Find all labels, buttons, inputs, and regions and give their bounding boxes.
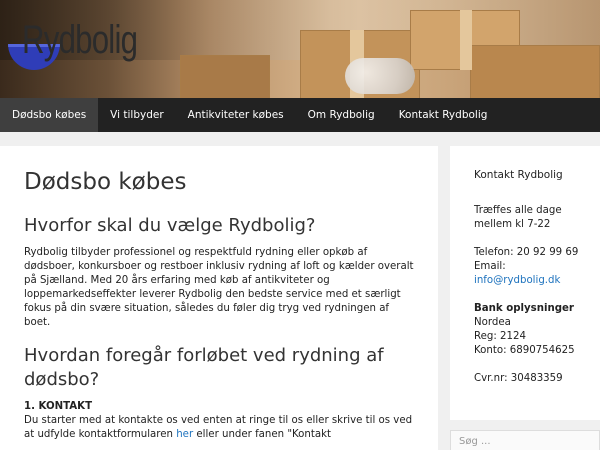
nav-item-om-rydbolig[interactable]: Om Rydbolig [296,98,387,132]
bank-reg: Reg: 2124 [474,331,526,342]
box-tape [460,10,472,70]
step-text-end: eller under fanen "Kontakt [193,429,332,440]
sidebar-title: Kontakt Rydbolig [474,169,563,181]
main-content: Dødsbo købes Hvorfor skal du vælge Rydbo… [0,146,438,450]
search-input[interactable]: Søg ... [450,430,600,450]
email-label: Email: [474,261,506,272]
cvr-number: Cvr.nr: 30483359 [474,373,563,384]
nav-item-vi-tilbyder[interactable]: Vi tilbyder [98,98,175,132]
email-link[interactable]: info@rydbolig.dk [474,275,560,286]
hours-line-1: Træffes alle dage [474,205,562,216]
bank-konto: Konto: 6890754625 [474,345,575,356]
nav-item-kontakt-rydbolig[interactable]: Kontakt Rydbolig [387,98,500,132]
section-heading-process: Hvordan foregår forløbet ved rydning af … [24,345,384,390]
phone-number: Telefon: 20 92 99 69 [474,247,579,258]
bubble-wrap-image [345,58,415,94]
step-kontakt: 1. KONTAKT Du starter med at kontakte os… [24,400,414,442]
hours-line-2: mellem kl 7-22 [474,219,551,230]
bank-title: Bank oplysninger [474,303,574,314]
moving-box-image [180,55,270,98]
contact-sidebar: Kontakt Rydbolig Træffes alle dage melle… [450,146,600,420]
page-title: Dødsbo købes [24,169,187,195]
bank-name: Nordea [474,317,511,328]
header-banner: Rydbolig [0,0,600,98]
step-title: 1. KONTAKT [24,401,93,412]
main-navigation: Dødsbo købes Vi tilbyder Antikviteter kø… [0,98,600,132]
intro-paragraph: Rydbolig tilbyder professionel og respek… [24,247,414,328]
moving-box-image [470,45,600,98]
contact-form-link[interactable]: her [176,429,193,440]
site-logo[interactable]: Rydbolig [22,18,138,63]
section-heading-why: Hvorfor skal du vælge Rydbolig? [24,215,316,236]
step-text: Du starter med at kontakte os ved enten … [24,414,414,442]
nav-item-dodsbo-kobes[interactable]: Dødsbo købes [0,98,99,132]
nav-item-antikviteter-kobes[interactable]: Antikviteter købes [176,98,296,132]
